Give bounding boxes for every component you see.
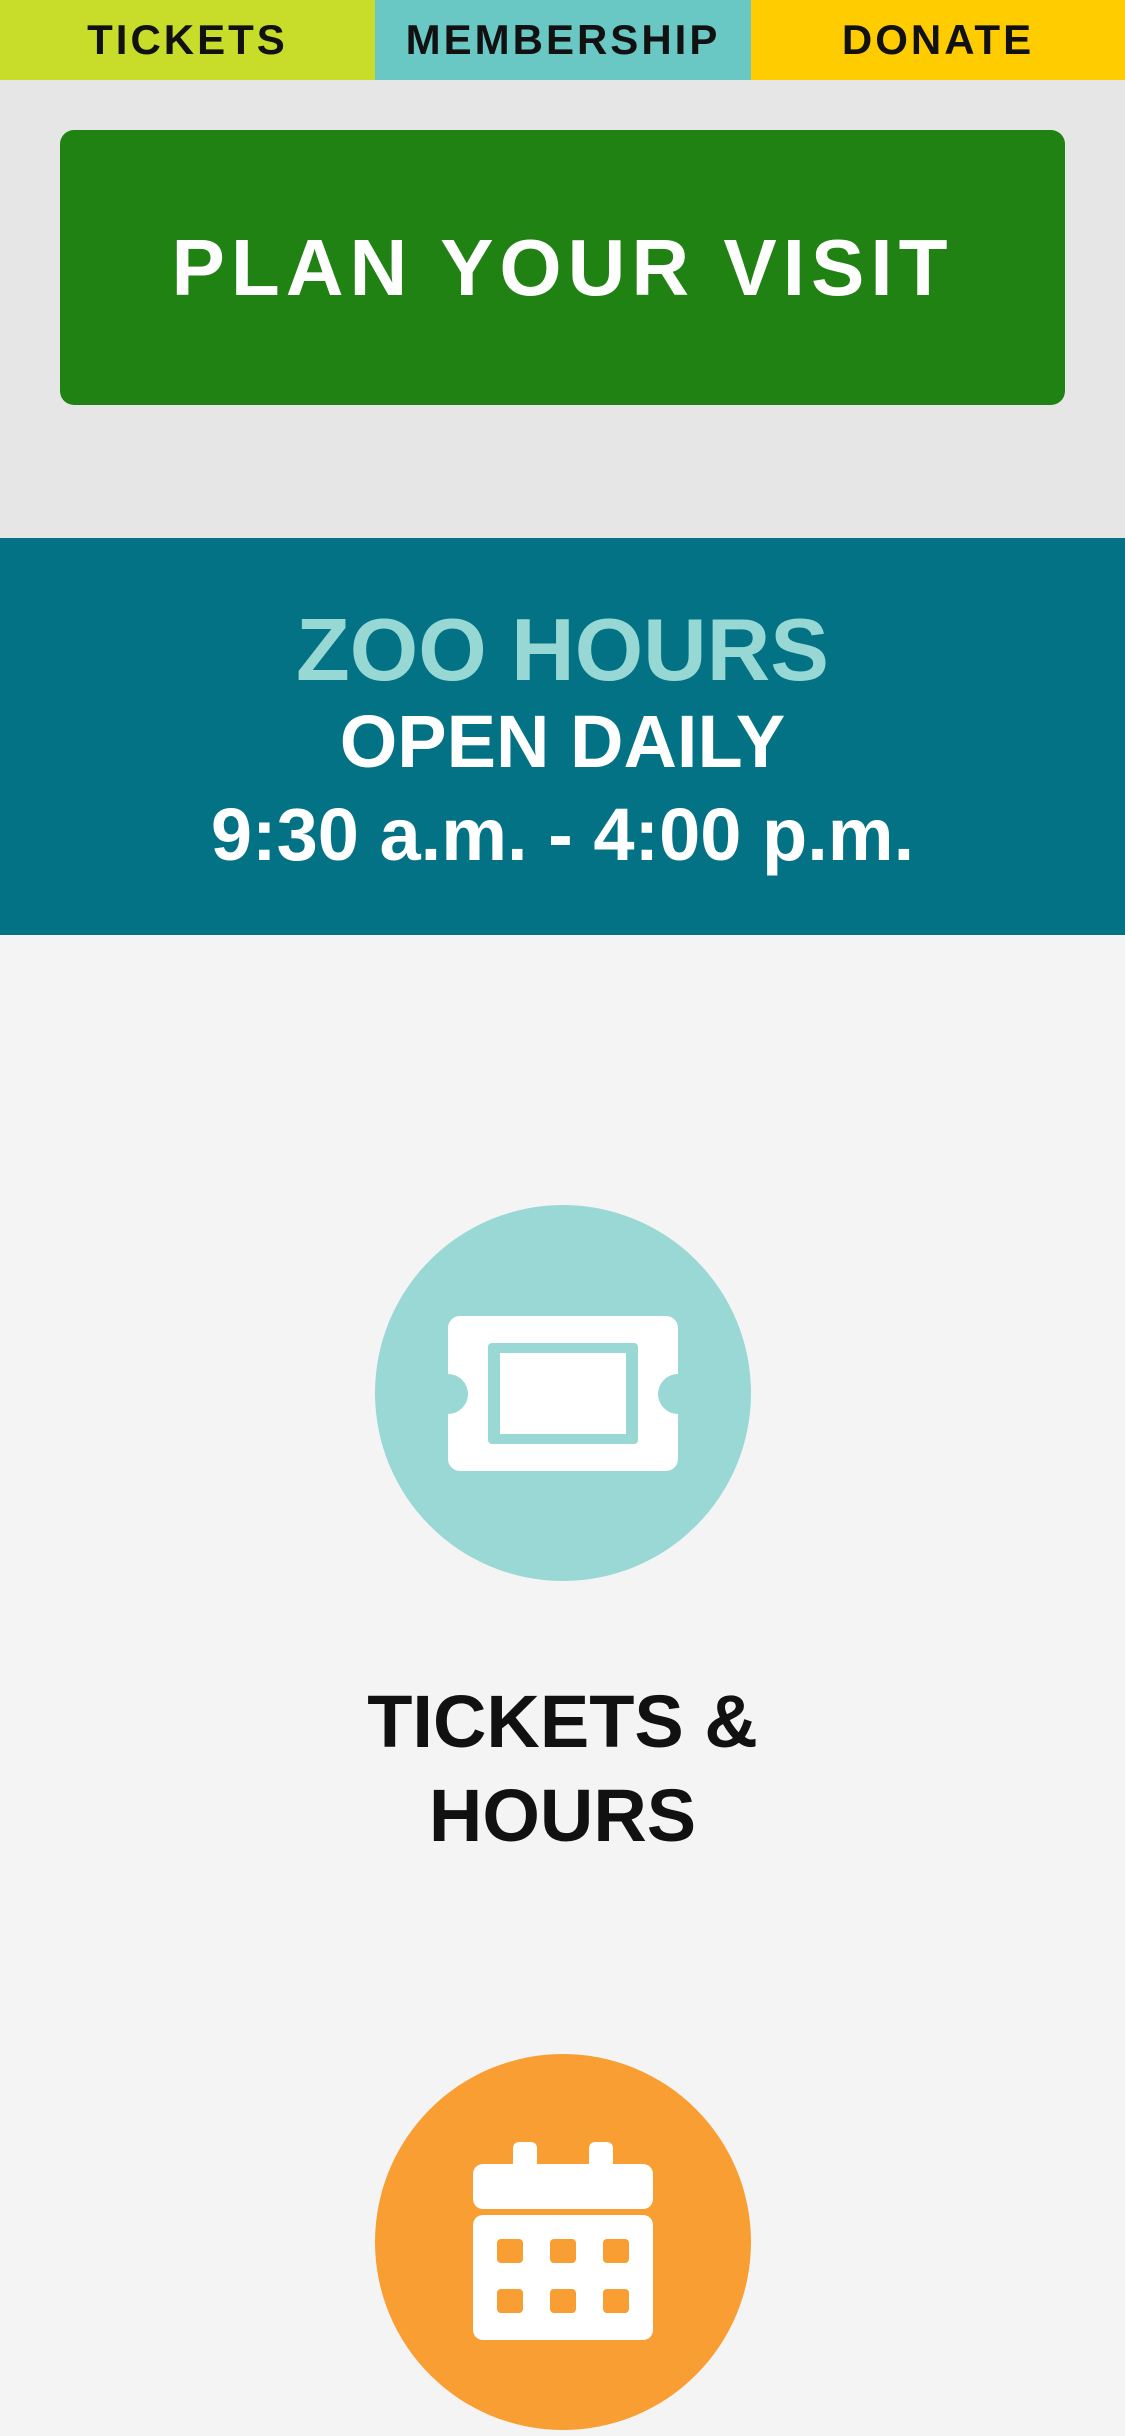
ticket-icon	[448, 1315, 678, 1471]
tab-tickets[interactable]: TICKETS	[0, 0, 375, 80]
tab-membership[interactable]: MEMBERSHIP	[375, 0, 751, 80]
tickets-hours-label[interactable]: TICKETS & HOURS	[0, 1675, 1125, 1863]
hours-title: ZOO HOURS	[296, 600, 829, 699]
top-tabs: TICKETS MEMBERSHIP DONATE	[0, 0, 1125, 80]
zoo-hours-banner: ZOO HOURS OPEN DAILY 9:30 a.m. - 4:00 p.…	[0, 538, 1125, 935]
quick-links: TICKETS & HOURS	[0, 935, 1125, 2436]
plan-section: PLAN YOUR VISIT	[0, 80, 1125, 538]
plan-your-visit-label: PLAN YOUR VISIT	[171, 222, 954, 312]
plan-your-visit-button[interactable]: PLAN YOUR VISIT	[60, 130, 1065, 405]
hours-subtitle: OPEN DAILY	[339, 700, 786, 783]
tab-donate[interactable]: DONATE	[751, 0, 1125, 80]
calendar-icon	[473, 2142, 653, 2342]
hours-time: 9:30 a.m. - 4:00 p.m.	[210, 793, 915, 876]
calendar-icon-button[interactable]	[375, 2054, 751, 2430]
tickets-hours-icon-button[interactable]	[375, 1205, 751, 1581]
